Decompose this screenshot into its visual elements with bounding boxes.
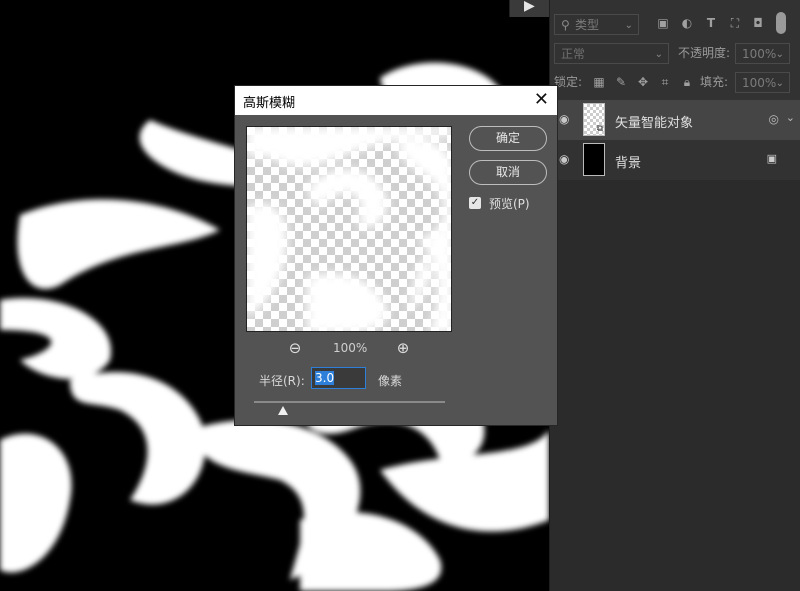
layers-empty-area bbox=[550, 180, 800, 591]
layer-name[interactable]: 矢量智能对象 bbox=[615, 112, 693, 131]
ok-button[interactable]: 确定 bbox=[469, 126, 547, 151]
layers-panel: ⚲ 类型 ⌄ ▣ ◐ T ⛶ ◘ 正常 ⌄ 不透明度: 100% ⌄ 锁定: ▦… bbox=[549, 0, 800, 591]
layer-thumbnail: ⧉ bbox=[583, 103, 605, 136]
zoom-level: 100% bbox=[333, 341, 368, 355]
cancel-button[interactable]: 取消 bbox=[469, 160, 547, 185]
fill-label: 填充: bbox=[700, 75, 729, 89]
layer-name[interactable]: 背景 bbox=[615, 152, 641, 171]
lock-position-icon[interactable]: ✥ bbox=[636, 75, 650, 89]
layer-filter-value: 类型 bbox=[575, 18, 600, 32]
smart-object-badge-icon: ⧉ bbox=[596, 124, 603, 134]
fill-value: 100% bbox=[742, 76, 777, 90]
link-icon[interactable]: ◎ bbox=[769, 112, 779, 126]
zoom-controls: ⊖ 100% ⊕ bbox=[235, 339, 465, 359]
layer-filter-select[interactable]: ⚲ 类型 ⌄ bbox=[554, 14, 639, 35]
smart-object-icon[interactable]: ◘ bbox=[751, 16, 765, 30]
radius-value: 3.0 bbox=[315, 371, 335, 385]
zoom-out-icon[interactable]: ⊖ bbox=[286, 339, 304, 357]
dialog-titlebar[interactable]: 高斯模糊 ✕ bbox=[235, 86, 557, 115]
layer-row-smart-object[interactable]: ◉ ⧉ 矢量智能对象 ◎ ⌄ bbox=[550, 100, 800, 140]
lock-artboard-icon[interactable]: ⌗ bbox=[658, 75, 672, 89]
blend-mode-value: 正常 bbox=[561, 47, 586, 61]
lock-paint-icon[interactable]: ✎ bbox=[614, 75, 628, 89]
fill-input[interactable]: 100% ⌄ bbox=[735, 72, 790, 93]
preview-artwork bbox=[247, 127, 451, 331]
chevron-down-icon: ⌄ bbox=[775, 78, 784, 89]
radius-slider-track[interactable] bbox=[254, 401, 445, 403]
radius-input[interactable]: 3.0 bbox=[311, 367, 366, 389]
chevron-down-icon[interactable]: ⌄ bbox=[786, 111, 795, 124]
layer-row-background[interactable]: ◉ 背景 ▣ bbox=[550, 140, 800, 180]
preview-checkbox[interactable]: ✓ bbox=[469, 197, 481, 209]
close-icon[interactable]: ✕ bbox=[534, 88, 549, 112]
radius-label: 半径(R): bbox=[259, 374, 305, 388]
gaussian-blur-dialog: 高斯模糊 ✕ ⊖ 100% ⊕ 半径(R): 3.0 像素 确定 取消 ✓ 预览… bbox=[234, 85, 558, 426]
chevron-down-icon: ⌄ bbox=[624, 20, 633, 31]
opacity-value: 100% bbox=[742, 47, 777, 61]
opacity-input[interactable]: 100% ⌄ bbox=[735, 43, 790, 64]
preview-checkbox-label[interactable]: 预览(P) bbox=[489, 195, 530, 212]
eye-icon[interactable]: ◉ bbox=[559, 113, 573, 125]
shape-icon[interactable]: ⛶ bbox=[728, 16, 742, 30]
play-icon: ▶ bbox=[524, 0, 535, 14]
layer-thumbnail bbox=[583, 143, 605, 176]
opacity-label: 不透明度: bbox=[678, 46, 731, 60]
search-icon: ⚲ bbox=[561, 18, 570, 32]
panel-collapse-tab[interactable]: ▶ bbox=[509, 0, 549, 17]
preview-window[interactable] bbox=[246, 126, 452, 332]
blend-mode-select[interactable]: 正常 ⌄ bbox=[554, 43, 669, 64]
toggle-icon[interactable] bbox=[776, 12, 786, 34]
lock-label: 锁定: bbox=[554, 75, 583, 89]
eye-icon[interactable]: ◉ bbox=[559, 153, 573, 165]
type-icon[interactable]: T bbox=[704, 16, 718, 30]
chevron-down-icon: ⌄ bbox=[775, 49, 784, 60]
lock-transparent-icon[interactable]: ▦ bbox=[592, 75, 606, 89]
lock-all-icon[interactable]: 🔒︎ bbox=[680, 75, 694, 89]
dialog-title: 高斯模糊 bbox=[243, 96, 296, 111]
lock-icon: ▣ bbox=[766, 152, 777, 165]
image-icon[interactable]: ▣ bbox=[656, 16, 670, 30]
zoom-in-icon[interactable]: ⊕ bbox=[394, 339, 412, 357]
radius-slider-thumb[interactable] bbox=[277, 406, 288, 415]
adjustment-icon[interactable]: ◐ bbox=[680, 16, 694, 30]
unit-label: 像素 bbox=[378, 374, 403, 388]
chevron-down-icon: ⌄ bbox=[654, 49, 663, 60]
